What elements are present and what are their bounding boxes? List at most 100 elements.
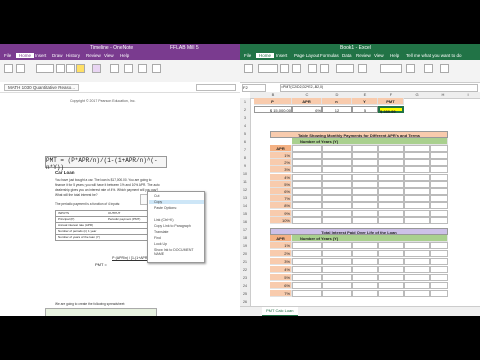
principal-cell[interactable]: $ 15,000.00 — [254, 106, 292, 113]
table1-title[interactable]: Table Showing Monthly Payments for Diffe… — [270, 131, 448, 138]
payment-cell[interactable] — [404, 282, 430, 289]
header-cell[interactable]: P — [254, 98, 292, 105]
tag-icon[interactable] — [110, 64, 119, 73]
payment-cell[interactable] — [430, 274, 448, 281]
payment-cell[interactable] — [352, 145, 378, 152]
tab-insert[interactable]: Insert — [35, 53, 46, 58]
payment-cell[interactable] — [378, 274, 404, 281]
tab-page-layout[interactable]: Page Layout — [294, 53, 319, 58]
rate-cell[interactable]: 3% — [270, 258, 292, 265]
rate-cell[interactable]: 6% — [270, 188, 292, 195]
payment-cell[interactable] — [352, 173, 378, 181]
payment-cell[interactable] — [292, 166, 322, 174]
payment-cell[interactable] — [430, 290, 448, 297]
payment-cell[interactable] — [322, 173, 352, 181]
payment-cell[interactable] — [292, 216, 322, 224]
pmt-cell[interactable]: $ 289.99 — [378, 106, 404, 114]
y-cell[interactable]: 5 — [352, 106, 378, 113]
formula-bar[interactable]: =PMT(C2/D2,D2*E2,-B2,0) — [280, 84, 478, 92]
payment-cell[interactable] — [352, 216, 378, 224]
tab-review[interactable]: Review — [356, 53, 371, 58]
column-header[interactable]: G — [404, 92, 431, 99]
highlight-icon[interactable] — [76, 64, 85, 73]
todo-icon[interactable] — [124, 64, 133, 73]
tab-home[interactable]: Home — [16, 53, 35, 58]
payment-cell[interactable] — [292, 282, 322, 289]
tab-insert[interactable]: Insert — [276, 53, 287, 58]
payment-cell[interactable] — [404, 195, 430, 203]
tab-home[interactable]: Home — [256, 53, 275, 58]
payment-cell[interactable] — [378, 180, 404, 188]
rate-cell[interactable]: 10% — [270, 216, 292, 224]
font-selector[interactable] — [258, 64, 278, 73]
paste-icon[interactable] — [4, 64, 13, 73]
tab-view[interactable]: View — [104, 53, 114, 58]
payment-cell[interactable] — [378, 290, 404, 297]
payment-cell[interactable] — [292, 195, 322, 203]
menu-item-translate[interactable]: Translate — [154, 230, 168, 234]
payment-cell[interactable] — [322, 159, 352, 167]
bold-icon[interactable] — [56, 64, 65, 73]
menu-item-cut[interactable]: Cut — [154, 194, 159, 198]
payment-cell[interactable] — [322, 180, 352, 188]
align-left-icon[interactable] — [308, 64, 317, 73]
onenote-user[interactable]: FFLAB Mill 5 — [170, 45, 199, 51]
rate-cell[interactable]: 9% — [270, 209, 292, 217]
payment-cell[interactable] — [322, 166, 352, 174]
payment-cell[interactable] — [378, 202, 404, 210]
payment-cell[interactable] — [430, 266, 448, 273]
payment-cell[interactable] — [352, 282, 378, 289]
sort-filter-icon[interactable] — [440, 64, 449, 73]
menu-item-find[interactable]: Find — [154, 236, 161, 240]
payment-cell[interactable] — [404, 250, 430, 257]
payment-cell[interactable] — [404, 166, 430, 174]
payment-cell[interactable] — [352, 195, 378, 203]
payment-cell[interactable] — [292, 266, 322, 273]
payment-cell[interactable] — [292, 173, 322, 181]
payment-cell[interactable] — [430, 216, 448, 224]
n-cell[interactable]: 12 — [322, 106, 352, 113]
rate-cell[interactable]: 7% — [270, 290, 292, 297]
tab-file[interactable]: File — [244, 53, 251, 58]
payment-cell[interactable] — [352, 266, 378, 273]
payment-cell[interactable] — [430, 258, 448, 265]
payment-cell[interactable] — [404, 274, 430, 281]
payment-cell[interactable] — [378, 152, 404, 159]
italic-icon[interactable] — [292, 64, 301, 73]
payment-cell[interactable] — [352, 188, 378, 195]
apr-label[interactable]: APR — [270, 145, 292, 152]
number-format-selector[interactable] — [336, 64, 354, 73]
payment-cell[interactable] — [430, 209, 448, 217]
tab-help[interactable]: Help — [120, 53, 129, 58]
percent-icon[interactable] — [358, 64, 367, 73]
payment-cell[interactable] — [378, 159, 404, 167]
align-center-icon[interactable] — [320, 64, 329, 73]
payment-cell[interactable] — [352, 166, 378, 174]
rate-cell[interactable]: 1% — [270, 242, 292, 249]
payment-cell[interactable] — [292, 242, 322, 249]
menu-item-copy-link[interactable]: Copy Link to Paragraph — [154, 224, 191, 228]
payment-cell[interactable] — [404, 242, 430, 249]
payment-cell[interactable] — [378, 195, 404, 203]
header-cell[interactable]: Y — [352, 98, 378, 105]
conditional-format-icon[interactable] — [380, 64, 402, 73]
header-cell[interactable]: APR — [292, 98, 322, 105]
payment-cell[interactable] — [378, 188, 404, 195]
font-selector[interactable] — [36, 64, 54, 73]
tab-file[interactable]: File — [4, 53, 11, 58]
payment-cell[interactable] — [404, 266, 430, 273]
menu-item-link[interactable]: Link (Ctrl+K) — [154, 218, 174, 222]
payment-cell[interactable] — [322, 274, 352, 281]
payment-cell[interactable] — [352, 290, 378, 297]
payment-cell[interactable] — [292, 180, 322, 188]
rate-cell[interactable]: 2% — [270, 250, 292, 257]
payment-cell[interactable] — [292, 152, 322, 159]
payment-cell[interactable] — [430, 166, 448, 174]
payment-cell[interactable] — [404, 202, 430, 210]
spreadsheet-grid[interactable]: B C D E F G H I P APR n Y PMT $ 15,000.0… — [240, 92, 480, 315]
payment-cell[interactable] — [378, 209, 404, 217]
payment-cell[interactable] — [430, 188, 448, 195]
payment-cell[interactable] — [430, 202, 448, 210]
tab-review[interactable]: Review — [86, 53, 101, 58]
payment-cell[interactable] — [378, 250, 404, 257]
